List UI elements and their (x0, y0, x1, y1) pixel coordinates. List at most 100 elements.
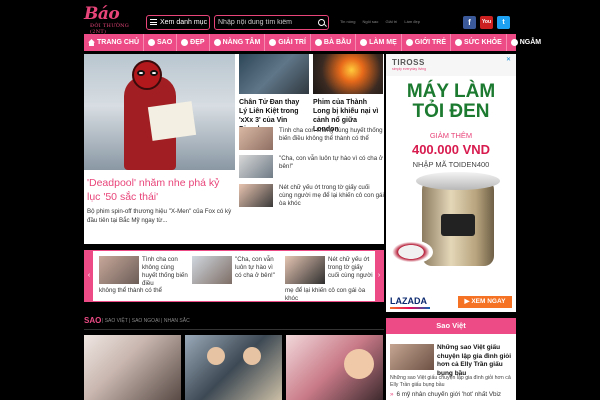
deadpool-head (132, 60, 162, 90)
category-menu-button[interactable]: Xem danh mục (146, 15, 210, 30)
small-article-thumb[interactable] (239, 127, 273, 150)
small-article-thumb[interactable] (239, 155, 273, 178)
facebook-icon[interactable]: f (463, 16, 476, 29)
top-article-thumb[interactable] (313, 54, 383, 94)
ad-brand-name: TIROSS (392, 58, 425, 67)
carousel-text[interactable]: Nét chữ yếu ớt trong tờ giấy cuối cùng n… (328, 256, 374, 280)
search-icon[interactable] (318, 19, 325, 26)
gallery-image[interactable] (84, 335, 181, 400)
ad-cta-button[interactable]: ▶ XEM NGAY (458, 296, 512, 308)
small-article-text[interactable]: Nét chữ yếu ớt trong tờ giấy cuối cùng n… (279, 184, 384, 208)
rice-cooker-panel (441, 214, 475, 236)
featured-desc: Bộ phim spin-off thương hiệu "X-Men" của… (87, 208, 232, 224)
sao-viet-desc: Những sao Việt giấu chuyện lập gia đình … (390, 375, 511, 388)
nav-item-ba-bau[interactable]: BÀ BẦU (311, 34, 357, 51)
top-link[interactable]: Làm đẹp (404, 19, 420, 24)
carousel-item[interactable]: Nét chữ yếu ớt trong tờ giấy cuối cùng n… (281, 256, 374, 302)
small-article[interactable]: Tình cha con không cùng huyết thống biến… (239, 127, 384, 152)
site-header: Báo ĐỜI THƯỜNG (2NT) Xem danh mục Tin nó… (0, 0, 600, 35)
health-icon (455, 39, 463, 46)
main-nav: TRANG CHỦ SAO ĐẸP NÀNG TÂM GIẢI TRÍ BÀ B… (84, 34, 541, 51)
top-link[interactable]: Tin nóng (340, 19, 355, 24)
ad-brand-tag: simply everyday living (392, 67, 427, 71)
top-links: Tin nóng Ngôi sao Giải trí Làm đẹp (340, 19, 426, 24)
nav-label: GIẢI TRÍ (278, 39, 306, 46)
gallery-image[interactable] (185, 335, 282, 400)
section-divider (84, 329, 384, 330)
nav-label: GIỚI TRẺ (414, 39, 447, 46)
ad-price: 400.000 VND (411, 142, 491, 157)
carousel-text[interactable]: "Cha, con vẫn luôn tự hào vì có cha ở bê… (235, 256, 281, 280)
top-link[interactable]: Ngôi sao (363, 19, 379, 24)
nav-label: NGẪM (519, 39, 542, 46)
person-face (243, 347, 261, 365)
ad-code: NHẬP MÃ TOIDEN400 (412, 160, 490, 169)
headline-block: 'Deadpool' nhăm nhe phá kỷ lục '50 sắc t… (84, 54, 384, 244)
section-title[interactable]: SAO (84, 316, 101, 325)
ad-headline-line: MÁY LÀM (406, 81, 496, 102)
small-article-text[interactable]: "Cha, con vẫn luôn tự hào vì có cha ở bê… (279, 155, 384, 171)
nav-item-gioi-tre[interactable]: GIỚI TRẺ (402, 34, 452, 51)
carousel-item[interactable]: "Cha, con vẫn luôn tự hào vì có cha ở bê… (188, 256, 278, 300)
ad-close-icon[interactable]: ✕ (506, 56, 514, 64)
nav-item-sao[interactable]: SAO (144, 34, 178, 51)
sao-viet-more-link[interactable]: » 6 mỹ nhân chuyển giới 'hot' nhất Vbiz (390, 391, 514, 398)
mother-icon (360, 39, 368, 46)
carousel-thumb[interactable] (285, 256, 325, 284)
bullet-icon: » (390, 391, 394, 398)
nav-item-nang-tam[interactable]: NÀNG TÂM (210, 34, 266, 51)
nav-label: TRANG CHỦ (97, 39, 139, 46)
top-article-thumb[interactable] (239, 54, 309, 94)
sao-viet-more-text: 6 mỹ nhân chuyển giới 'hot' nhất Vbiz (396, 391, 502, 398)
deadpool-eye (150, 70, 158, 76)
carousel-thumb[interactable] (99, 256, 139, 284)
carousel-item[interactable]: Tình cha con không cùng huyết thống biến… (95, 256, 188, 300)
carousel-thumb[interactable] (192, 256, 232, 284)
lazada-bar (390, 307, 430, 309)
heart-icon (213, 39, 221, 46)
carousel-text[interactable]: Tình cha con không cùng huyết thống biến… (142, 256, 188, 288)
featured-title[interactable]: 'Deadpool' nhăm nhe phá kỷ lục '50 sắc t… (87, 176, 233, 204)
ad-discount-label: GIẢM THÊM (429, 131, 473, 140)
ad-footer: LAZADA ▶ XEM NGAY (386, 294, 516, 312)
advertisement[interactable]: TIROSS simply everyday living ✕ MÁY LÀM … (386, 54, 516, 312)
small-article-thumb[interactable] (239, 184, 273, 207)
twitter-icon[interactable]: t (497, 16, 510, 29)
nav-label: NÀNG TÂM (222, 39, 261, 46)
carousel-next-icon[interactable]: › (375, 251, 383, 301)
section-subnav[interactable]: | SAO VIỆT | SAO NGOẠI | NHAN SẮC (102, 318, 190, 324)
search-input[interactable] (218, 17, 310, 28)
site-logo[interactable]: Báo ĐỜI THƯỜNG (2NT) (84, 4, 140, 35)
small-article-text[interactable]: Tình cha con không cùng huyết thống biến… (279, 127, 384, 143)
paper-prop (147, 101, 197, 141)
featured-image[interactable] (84, 54, 235, 170)
sao-viet-thumb[interactable] (390, 344, 434, 370)
nav-label: LÀM MẸ (369, 39, 397, 46)
nav-item-home[interactable]: TRANG CHỦ (84, 34, 144, 51)
top-link[interactable]: Giải trí (385, 19, 397, 24)
gallery-image[interactable] (286, 335, 383, 400)
sao-viet-heading[interactable]: Sao Việt (386, 318, 516, 334)
nav-item-suc-khoe[interactable]: SỨC KHỎE (451, 34, 507, 51)
plate-image (389, 240, 433, 264)
youtube-icon[interactable]: You (480, 16, 493, 29)
small-article[interactable]: Nét chữ yếu ớt trong tờ giấy cuối cùng n… (239, 184, 384, 209)
baby-icon (314, 39, 322, 46)
nav-item-ngam[interactable]: NGẪM (507, 34, 545, 51)
logo-text: Báo (84, 4, 120, 24)
nav-item-lam-me[interactable]: LÀM MẸ (356, 34, 402, 51)
top-article[interactable]: Phim của Thành Long bị khiếu nại vì cảnh… (313, 54, 383, 133)
rice-cooker-lid (416, 172, 500, 190)
article-carousel: ‹ Tình cha con không cùng huyết thống bi… (84, 250, 384, 302)
carousel-prev-icon[interactable]: ‹ (85, 251, 93, 301)
carousel-text-cont[interactable]: không thể thành có thể (99, 287, 189, 295)
nav-item-giai-tri[interactable]: GIẢI TRÍ (265, 34, 311, 51)
top-article[interactable]: Chân Tử Đan thay Lý Liên Kiệt trong 'xXx… (239, 54, 309, 133)
nav-label: SỨC KHỎE (464, 39, 502, 46)
deadpool-eye (137, 70, 145, 76)
nav-item-dep[interactable]: ĐẸP (177, 34, 210, 51)
small-article[interactable]: "Cha, con vẫn luôn tự hào vì có cha ở bê… (239, 155, 384, 180)
hamburger-icon (150, 19, 157, 25)
sao-viet-title[interactable]: Những sao Việt giấu chuyện lập gia đình … (437, 344, 514, 378)
carousel-text-cont[interactable]: mẹ để lại khiến cô con gái òa khóc (285, 287, 375, 303)
